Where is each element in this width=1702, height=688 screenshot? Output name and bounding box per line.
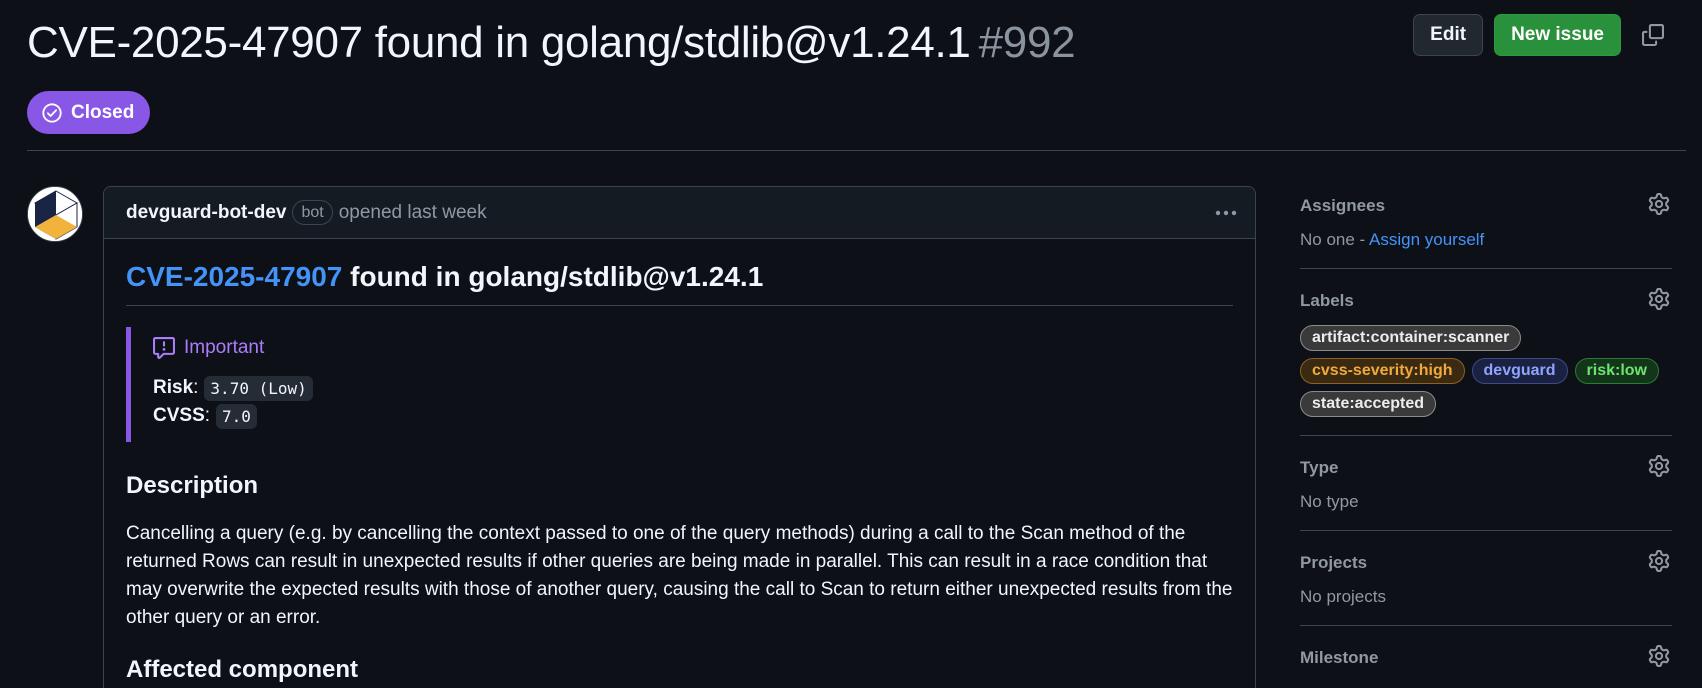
affected-component-heading: Affected component xyxy=(126,656,359,683)
cvss-value: 7.0 xyxy=(216,403,257,429)
assignees-title: Assignees xyxy=(1300,196,1386,215)
body-heading: CVE-2025-47907 found in golang/stdlib@v1… xyxy=(126,261,1233,306)
labels-list: artifact:container:scanner cvss-severity:… xyxy=(1300,325,1672,417)
risk-line: Risk: 3.70 (Low) xyxy=(153,374,1233,402)
label-pill[interactable]: cvss-severity:high xyxy=(1300,358,1465,384)
new-issue-button[interactable]: New issue xyxy=(1494,14,1621,56)
cve-link[interactable]: CVE-2025-47907 xyxy=(126,261,342,292)
opened-timestamp[interactable]: opened last week xyxy=(339,202,487,224)
labels-title: Labels xyxy=(1300,291,1354,310)
callout-title-text: Important xyxy=(184,337,265,358)
header-divider xyxy=(27,150,1686,151)
comment-header: devguard-bot-dev bot opened last week xyxy=(104,187,1255,239)
milestone-section: Milestone xyxy=(1300,626,1672,688)
assign-yourself-link[interactable]: Assign yourself xyxy=(1369,230,1484,249)
state-badge: Closed xyxy=(27,91,151,134)
labels-section: Labels artifact:container:scanner cvss-se… xyxy=(1300,269,1672,436)
issue-comment: devguard-bot-dev bot opened last week CV… xyxy=(103,186,1256,688)
gear-icon[interactable] xyxy=(1646,191,1672,217)
label-pill[interactable]: risk:low xyxy=(1574,358,1659,384)
projects-title: Projects xyxy=(1300,553,1368,572)
gear-icon[interactable] xyxy=(1646,286,1672,312)
issue-sidebar: Assignees No one - Assign yourself Label… xyxy=(1300,186,1672,688)
avatar[interactable] xyxy=(27,186,83,242)
projects-value: No projects xyxy=(1300,587,1386,606)
issue-number: #992 xyxy=(978,18,1076,67)
issue-page: CVE-2025-47907 found in golang/stdlib@v1… xyxy=(0,0,1702,688)
page-title: CVE-2025-47907 found in golang/stdlib@v1… xyxy=(27,18,1076,68)
gear-icon[interactable] xyxy=(1646,453,1672,479)
copy-icon[interactable] xyxy=(1638,20,1668,50)
description-text: Cancelling a query (e.g. by cancelling t… xyxy=(126,523,1233,628)
milestone-title: Milestone xyxy=(1300,648,1379,667)
type-title: Type xyxy=(1300,458,1339,477)
important-callout: Important Risk: 3.70 (Low) CVSS: 7.0 xyxy=(126,327,1233,442)
gear-icon[interactable] xyxy=(1646,548,1672,574)
risk-label: Risk xyxy=(153,377,194,398)
label-pill[interactable]: state:accepted xyxy=(1300,391,1437,417)
gear-icon[interactable] xyxy=(1646,643,1672,669)
report-icon xyxy=(153,337,175,359)
projects-section: Projects No projects xyxy=(1300,531,1672,626)
edit-button[interactable]: Edit xyxy=(1413,14,1484,56)
kebab-horizontal-icon[interactable] xyxy=(1211,199,1241,227)
type-section: Type No type xyxy=(1300,436,1672,531)
label-pill[interactable]: artifact:container:scanner xyxy=(1300,325,1522,351)
cvss-line: CVSS: 7.0 xyxy=(153,402,1233,430)
body-heading-text: found in golang/stdlib@v1.24.1 xyxy=(342,261,764,292)
callout-title: Important xyxy=(153,337,1233,359)
type-value: No type xyxy=(1300,492,1359,511)
assignees-value: No one - Assign yourself xyxy=(1300,230,1485,249)
description-heading: Description xyxy=(126,472,259,499)
cvss-label: CVSS xyxy=(153,405,205,426)
assignees-section: Assignees No one - Assign yourself xyxy=(1300,186,1672,269)
state-label: Closed xyxy=(71,101,135,123)
risk-value: 3.70 (Low) xyxy=(204,375,313,401)
comment-author[interactable]: devguard-bot-dev xyxy=(126,202,286,224)
check-circle-icon xyxy=(41,102,63,124)
label-pill[interactable]: devguard xyxy=(1471,358,1568,384)
issue-title: CVE-2025-47907 found in golang/stdlib@v1… xyxy=(27,18,971,67)
header-actions: Edit New issue xyxy=(1413,14,1668,56)
bot-badge: bot xyxy=(292,200,333,225)
comment-body: CVE-2025-47907 found in golang/stdlib@v1… xyxy=(104,239,1255,684)
